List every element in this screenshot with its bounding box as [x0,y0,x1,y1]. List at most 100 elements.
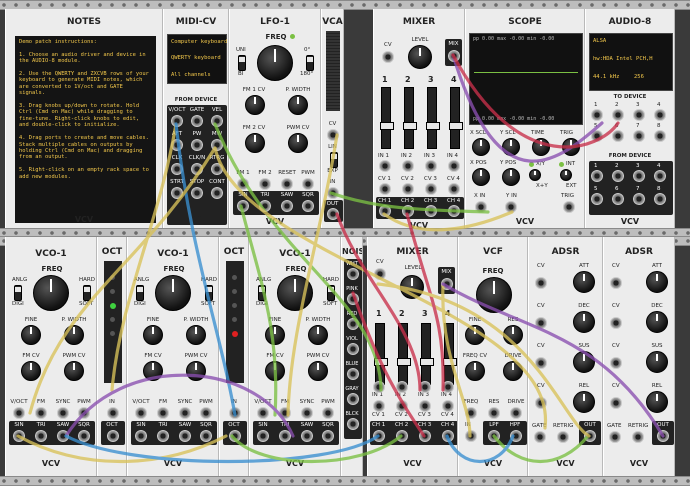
in-1-port[interactable] [373,381,385,393]
sync-switch[interactable] [83,285,91,301]
resonance-knob[interactable] [503,325,523,345]
anlg-digi-switch[interactable] [258,285,266,301]
channel-2-slider[interactable] [403,87,417,149]
sync-input-port[interactable] [179,407,191,419]
ch-4-output-port[interactable] [442,430,454,442]
pwidth-knob[interactable] [288,95,308,115]
sync-switch[interactable] [205,285,213,301]
cv-2-port[interactable] [402,183,414,195]
strt-output-port[interactable] [171,187,183,199]
vca-input-port[interactable] [327,187,339,199]
freq-knob[interactable] [277,275,313,311]
level-slider[interactable] [326,31,340,111]
vco-1-module[interactable]: VCO-1 FREQ ANLG DIGI HARD SOFT FINE P. W… [249,237,341,476]
sin-output-port[interactable] [257,430,269,442]
attack-knob[interactable] [646,271,668,293]
to-device-8-port[interactable] [654,130,666,142]
gray-noise-port[interactable] [347,393,359,405]
oct-output-port[interactable] [107,430,119,442]
from-device-8-port[interactable] [654,193,666,205]
fm1-knob[interactable] [245,95,265,115]
rack[interactable]: NOTES Demo patch instructions: 1. Choose… [0,0,690,486]
mixer-module[interactable]: MIXER CV LEVEL MIX 1 2 3 4 IN 1 IN 2 IN … [373,9,465,228]
lin-exp-switch[interactable] [330,152,338,168]
scope-display[interactable]: pp 0.00 max -0.00 min -0.00 pp 0.00 max … [469,33,583,125]
fine-knob[interactable] [465,325,485,345]
fm2-knob[interactable] [245,133,265,153]
vco-1-module[interactable]: VCO-1 FREQ ANLG DIGI HARD SOFT FINE P. W… [5,237,97,476]
from-device-1-port[interactable] [591,170,603,182]
y-input-port[interactable] [505,201,517,213]
pwidth-knob[interactable] [186,325,206,345]
master-cv-input-port[interactable] [374,268,386,280]
lfo-1-module[interactable]: LFO-1 FREQ UNI BI 0° 180° FM 1 CV P. WID… [229,9,321,228]
sqr-output-port[interactable] [78,430,90,442]
cv-3-port[interactable] [419,400,431,412]
violet-noise-port[interactable] [347,343,359,355]
sin-output-port[interactable] [13,430,25,442]
channel-4-slider[interactable] [449,87,463,149]
envelope-output-port[interactable] [657,430,669,442]
in-3-port[interactable] [425,160,437,172]
pwm-knob[interactable] [64,361,84,381]
cv-1-port[interactable] [373,400,385,412]
in-4-port[interactable] [448,160,460,172]
mixer-module[interactable]: MIXER CV LEVEL MIX 1 2 3 4 IN 1 IN 2 IN … [367,237,458,476]
pwidth-knob[interactable] [64,325,84,345]
fm-input-port[interactable] [279,407,291,419]
freq-cv-knob[interactable] [465,361,485,381]
dec-cv-port[interactable] [610,317,622,329]
to-device-2-port[interactable] [612,109,624,121]
master-level-knob[interactable] [408,45,432,69]
to-device-4-port[interactable] [654,109,666,121]
in-4-port[interactable] [442,381,454,393]
release-knob[interactable] [573,391,595,413]
midi-driver[interactable]: Computer keyboard [171,39,227,45]
trig-source-button[interactable] [560,169,572,181]
freq-knob[interactable] [257,45,293,81]
channel-2-slider[interactable] [397,323,411,385]
tri-output-port[interactable] [259,200,271,212]
octave-module[interactable]: OCT IN OCT [219,237,249,476]
x-input-port[interactable] [475,201,487,213]
audio-device[interactable]: hw:HDA Intel PCH,H [593,56,653,62]
mix-output-port[interactable] [448,50,460,62]
cont-output-port[interactable] [211,187,223,199]
scope-module[interactable]: SCOPE pp 0.00 max -0.00 min -0.00 pp 0.0… [465,9,585,228]
y-pos-knob[interactable] [502,168,520,186]
anlg-digi-switch[interactable] [14,285,22,301]
channel-1-slider[interactable] [374,323,388,385]
cv-input-port[interactable] [327,129,339,141]
oct-input-port[interactable] [229,407,241,419]
saw-output-port[interactable] [281,200,293,212]
voct-input-port[interactable] [135,407,147,419]
cv-4-port[interactable] [442,400,454,412]
adsr-module[interactable]: ADSR CV ATT CV DEC CV SUS CV REL GATE RE… [603,237,675,476]
fm1-input-port[interactable] [237,178,249,190]
fm-knob[interactable] [265,361,285,381]
fine-knob[interactable] [143,325,163,345]
cv-4-port[interactable] [448,183,460,195]
sin-output-port[interactable] [237,200,249,212]
master-level-knob[interactable] [400,275,424,299]
pink-noise-port[interactable] [347,293,359,305]
fm-knob[interactable] [143,361,163,381]
xy-mode-button[interactable] [529,169,541,181]
pwm-input-port[interactable] [200,407,212,419]
adsr-module[interactable]: ADSR CV ATT CV DEC CV SUS CV REL GATE RE… [528,237,603,476]
cv-2-port[interactable] [396,400,408,412]
ch-2-output-port[interactable] [402,205,414,217]
ch-3-output-port[interactable] [425,205,437,217]
fm-input-port[interactable] [157,407,169,419]
midi-device[interactable]: QWERTY keyboard [171,55,221,61]
pw-output-port[interactable] [191,139,203,151]
freq-input-port[interactable] [465,407,477,419]
x-scale-knob[interactable] [472,138,490,156]
decay-knob[interactable] [646,311,668,333]
gate-input-port[interactable] [534,431,546,443]
audio-display[interactable]: ALSA hw:HDA Intel PCH,H 44.1 kHz 256 [589,33,673,91]
release-knob[interactable] [646,391,668,413]
vcf-module[interactable]: VCF FREQ FINE RES FREQ CV DRIVE FREQ RES… [458,237,528,476]
fm2-input-port[interactable] [259,178,271,190]
att-cv-port[interactable] [535,277,547,289]
